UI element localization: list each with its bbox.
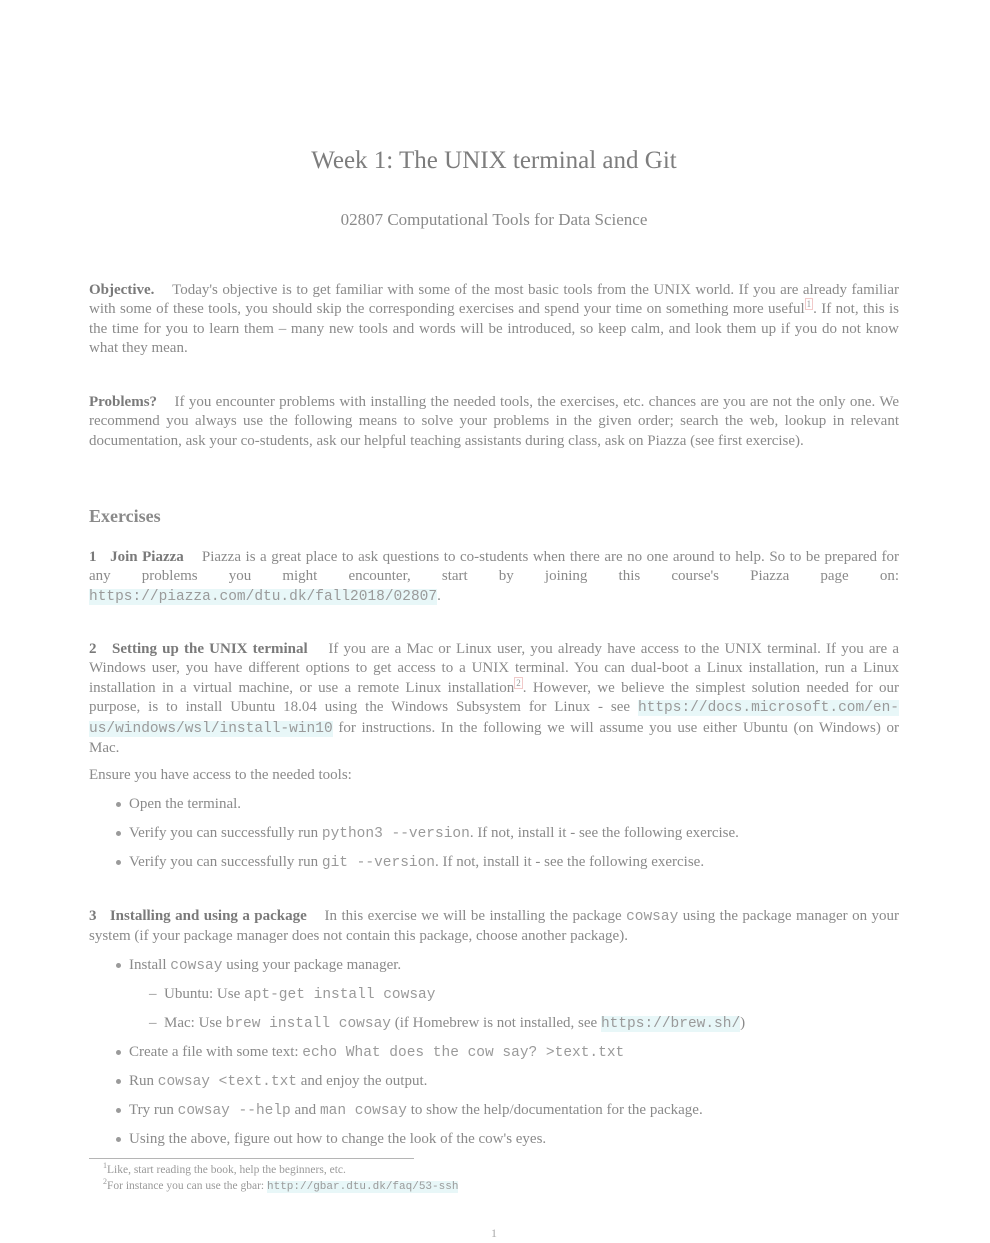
footnote-text: For instance you can use the gbar: bbox=[107, 1180, 265, 1192]
bullet-icon bbox=[116, 1050, 121, 1055]
footnotes: 1Like, start reading the book, help the … bbox=[103, 1162, 459, 1195]
list-item: Create a file with some text: echo What … bbox=[89, 1043, 899, 1072]
list-item-code: cowsay <text.txt bbox=[157, 1074, 297, 1090]
list-item-code: python3 --version bbox=[321, 826, 470, 842]
list-item: Verify you can successfully run python3 … bbox=[89, 824, 899, 853]
list-item-code: cowsay bbox=[170, 958, 223, 974]
exercises-heading: Exercises bbox=[89, 506, 161, 526]
piazza-link[interactable]: https://piazza.com/dtu.dk/fall2018/02807 bbox=[89, 588, 438, 605]
list-item-text-end: . If not, install it - see the following… bbox=[469, 825, 739, 841]
exercise-1-number: 1 bbox=[89, 549, 97, 565]
problems-text: If you encounter problems with installin… bbox=[89, 394, 900, 449]
list-item-text: Verify you can successfully run bbox=[129, 825, 319, 841]
list-item: Verify you can successfully run git --ve… bbox=[89, 853, 899, 882]
list-item-text-mid: and bbox=[294, 1102, 317, 1118]
exercise-2-list: Open the terminal. Verify you can succes… bbox=[89, 795, 899, 882]
objective-paragraph: Objective. Today's objective is to get f… bbox=[89, 281, 899, 359]
exercise-2: 2 Setting up the UNIX terminal If you ar… bbox=[89, 640, 899, 758]
exercise-3-text: In this exercise we will be installing t… bbox=[324, 908, 622, 924]
bullet-icon bbox=[116, 860, 121, 865]
list-item-text: Install bbox=[129, 957, 167, 973]
exercise-2-number: 2 bbox=[89, 641, 97, 657]
list-item-text: Using the above, figure out how to chang… bbox=[129, 1131, 547, 1147]
exercise-1-heading: Join Piazza bbox=[110, 549, 184, 565]
list-item: Using the above, figure out how to chang… bbox=[89, 1130, 899, 1159]
list-item: Install cowsay using your package manage… bbox=[89, 956, 899, 985]
exercise-1: 1 Join Piazza Piazza is a great place to… bbox=[89, 548, 899, 607]
list-item-text-end: and enjoy the output. bbox=[300, 1073, 428, 1089]
sub-item-code: brew install cowsay bbox=[225, 1016, 391, 1032]
footnote-2: 2For instance you can use the gbar: http… bbox=[103, 1178, 459, 1195]
list-item-text: Run bbox=[129, 1073, 155, 1089]
sub-item-code: apt-get install cowsay bbox=[244, 987, 436, 1003]
list-item-code-2: man cowsay bbox=[319, 1103, 407, 1119]
document-title: Week 1: The UNIX terminal and Git bbox=[311, 147, 677, 174]
exercise-1-end: . bbox=[437, 587, 441, 604]
bullet-icon bbox=[116, 1108, 121, 1113]
bullet-icon bbox=[116, 1079, 121, 1084]
exercise-1-text: Piazza is a great place to ask questions… bbox=[89, 549, 900, 585]
footnote-1: 1Like, start reading the book, help the … bbox=[103, 1162, 458, 1178]
bullet-icon bbox=[116, 802, 121, 807]
list-item-code: echo What does the cow say? >text.txt bbox=[302, 1045, 625, 1061]
list-item: Open the terminal. bbox=[89, 795, 899, 824]
exercise-3: 3 Installing and using a package In this… bbox=[89, 907, 899, 947]
exercise-2-ensure: Ensure you have access to the needed too… bbox=[89, 767, 352, 783]
list-item-text: Try run bbox=[129, 1102, 174, 1118]
exercise-3-list: Install cowsay using your package manage… bbox=[89, 956, 899, 1159]
list-item-text-end: using your package manager. bbox=[226, 957, 402, 973]
list-item-text-end: to show the help/documentation for the p… bbox=[410, 1102, 703, 1118]
sub-list-item: – Ubuntu: Use apt-get install cowsay bbox=[89, 985, 899, 1014]
objective-text: Today's objective is to get familiar wit… bbox=[89, 282, 899, 318]
footnote-divider bbox=[89, 1158, 414, 1159]
exercise-2-heading: Setting up the UNIX terminal bbox=[112, 641, 308, 657]
homebrew-link[interactable]: https://brew.sh/ bbox=[600, 1016, 741, 1032]
list-item-text-end: . If not, install it - see the following… bbox=[435, 854, 705, 870]
bullet-icon bbox=[116, 963, 121, 968]
exercise-3-code: cowsay bbox=[626, 909, 679, 925]
problems-paragraph: Problems? If you encounter problems with… bbox=[89, 393, 899, 451]
list-item-code: git --version bbox=[321, 855, 435, 871]
page-number: 1 bbox=[491, 1226, 497, 1240]
sub-item-text-end: ) bbox=[740, 1015, 746, 1031]
sub-item-text-mid: (if Homebrew is not installed, see bbox=[394, 1015, 598, 1031]
bullet-icon bbox=[116, 1137, 121, 1142]
objective-heading: Objective. bbox=[89, 282, 155, 298]
footnote-ref-1[interactable]: 1 bbox=[804, 298, 814, 311]
list-item-text: Create a file with some text: bbox=[129, 1044, 299, 1060]
document-subtitle: 02807 Computational Tools for Data Scien… bbox=[340, 210, 648, 229]
exercise-3-number: 3 bbox=[89, 908, 97, 924]
list-item: Run cowsay <text.txt and enjoy the outpu… bbox=[89, 1072, 899, 1101]
list-item-code: cowsay --help bbox=[177, 1103, 291, 1119]
gbar-link[interactable]: http://gbar.dtu.dk/faq/53-ssh bbox=[267, 1181, 459, 1193]
bullet-icon bbox=[116, 831, 121, 836]
footnote-ref-2[interactable]: 2 bbox=[514, 676, 523, 689]
list-item-text: Verify you can successfully run bbox=[129, 854, 319, 870]
footnote-text: Like, start reading the book, help the b… bbox=[107, 1164, 346, 1176]
sub-list-item: – Mac: Use brew install cowsay (if Homebr… bbox=[89, 1014, 899, 1043]
list-item: Try run cowsay --help and man cowsay to … bbox=[89, 1101, 899, 1130]
sub-item-text: Mac: Use bbox=[164, 1015, 222, 1031]
dash-icon: – bbox=[149, 986, 157, 1002]
exercise-3-heading: Installing and using a package bbox=[109, 908, 307, 924]
sub-item-text: Ubuntu: Use bbox=[164, 986, 241, 1002]
dash-icon: – bbox=[149, 1015, 157, 1031]
problems-heading: Problems? bbox=[89, 394, 158, 410]
list-item-text: Open the terminal. bbox=[129, 796, 242, 812]
